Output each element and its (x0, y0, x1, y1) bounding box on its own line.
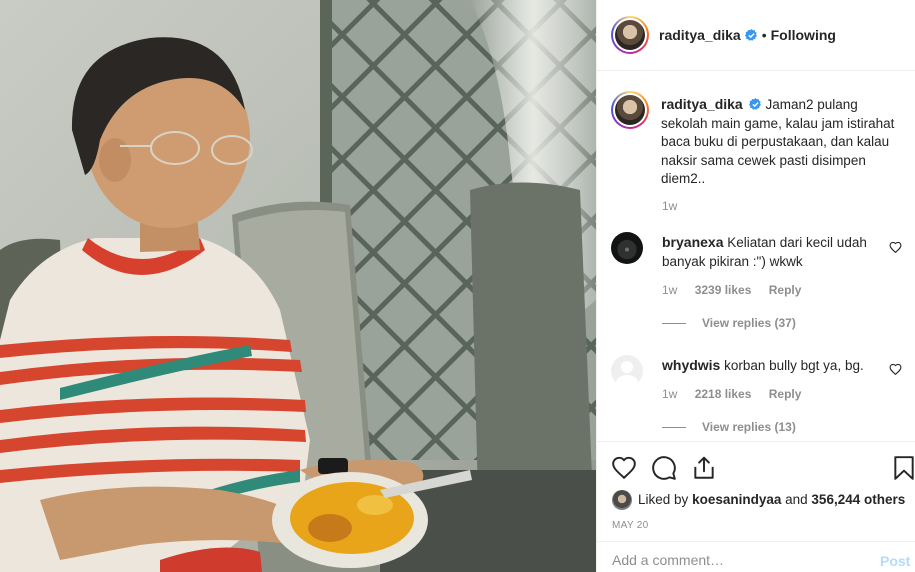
replies-divider (662, 427, 686, 429)
caption-text: raditya_dika Jaman2 pulang sekolah main … (661, 95, 901, 189)
verified-badge-icon (748, 98, 761, 110)
likes-prefix: Liked by (638, 492, 689, 507)
post-image (0, 0, 596, 572)
comment-username[interactable]: whydwis (662, 357, 720, 373)
comment-text: whydwis korban bully bgt ya, bg. (662, 356, 882, 376)
author-info: raditya_dika • Following (659, 27, 836, 43)
caption-username[interactable]: raditya_dika (661, 96, 743, 112)
liker-username[interactable]: koesanindyaa (692, 492, 781, 507)
post-actions: Liked by koesanindyaa and 356,244 others… (597, 441, 915, 572)
post-header: raditya_dika • Following (597, 0, 915, 71)
comment-likes[interactable]: 2218 likes (695, 387, 752, 401)
verified-badge-icon (744, 29, 757, 41)
view-replies-label: View replies (37) (702, 316, 796, 330)
comment-age: 1w (662, 283, 678, 297)
comment-meta: 1w 3239 likes Reply (662, 283, 815, 297)
speech-bubble-icon[interactable] (651, 455, 677, 481)
heart-icon[interactable] (611, 455, 637, 481)
comment-like-heart-icon[interactable] (889, 241, 902, 254)
add-comment-bar: Post (597, 541, 915, 572)
caption-age: 1w (662, 199, 678, 213)
comment-meta: 1w 2218 likes Reply (662, 387, 815, 401)
comment-input[interactable] (612, 552, 852, 568)
share-icon[interactable] (691, 455, 717, 481)
comment-avatar[interactable] (611, 232, 643, 264)
replies-divider (662, 323, 686, 325)
comment-text: bryanexa Keliatan dari kecil udah banyak… (662, 233, 882, 271)
caption-avatar[interactable] (611, 91, 649, 129)
post-comment-button[interactable]: Post (880, 553, 910, 569)
view-replies-button[interactable]: View replies (13) (662, 420, 796, 434)
separator-dot: • (761, 27, 767, 43)
view-replies-button[interactable]: View replies (37) (662, 316, 796, 330)
comment-age: 1w (662, 387, 678, 401)
following-button[interactable]: Following (771, 27, 836, 43)
post-date[interactable]: MAY 20 (612, 520, 648, 531)
reply-button[interactable]: Reply (769, 283, 802, 297)
view-replies-label: View replies (13) (702, 420, 796, 434)
comment-avatar[interactable] (611, 355, 643, 387)
reply-button[interactable]: Reply (769, 387, 802, 401)
comment-like-heart-icon[interactable] (889, 363, 902, 376)
post-detail-panel: raditya_dika • Following raditya_dika Jama… (596, 0, 915, 572)
comment-body: korban bully bgt ya, bg. (724, 358, 864, 373)
likes-others[interactable]: 356,244 others (811, 492, 905, 507)
author-username[interactable]: raditya_dika (659, 27, 741, 43)
likes-connector: and (785, 492, 808, 507)
comment-likes[interactable]: 3239 likes (695, 283, 752, 297)
author-avatar[interactable] (611, 16, 649, 54)
liker-avatar[interactable] (612, 490, 632, 510)
bookmark-icon[interactable] (891, 455, 915, 481)
comment-username[interactable]: bryanexa (662, 234, 723, 250)
likes-summary: Liked by koesanindyaa and 356,244 others (612, 490, 905, 510)
comments-list[interactable]: raditya_dika Jaman2 pulang sekolah main … (597, 72, 915, 441)
post-photo[interactable] (0, 0, 596, 572)
